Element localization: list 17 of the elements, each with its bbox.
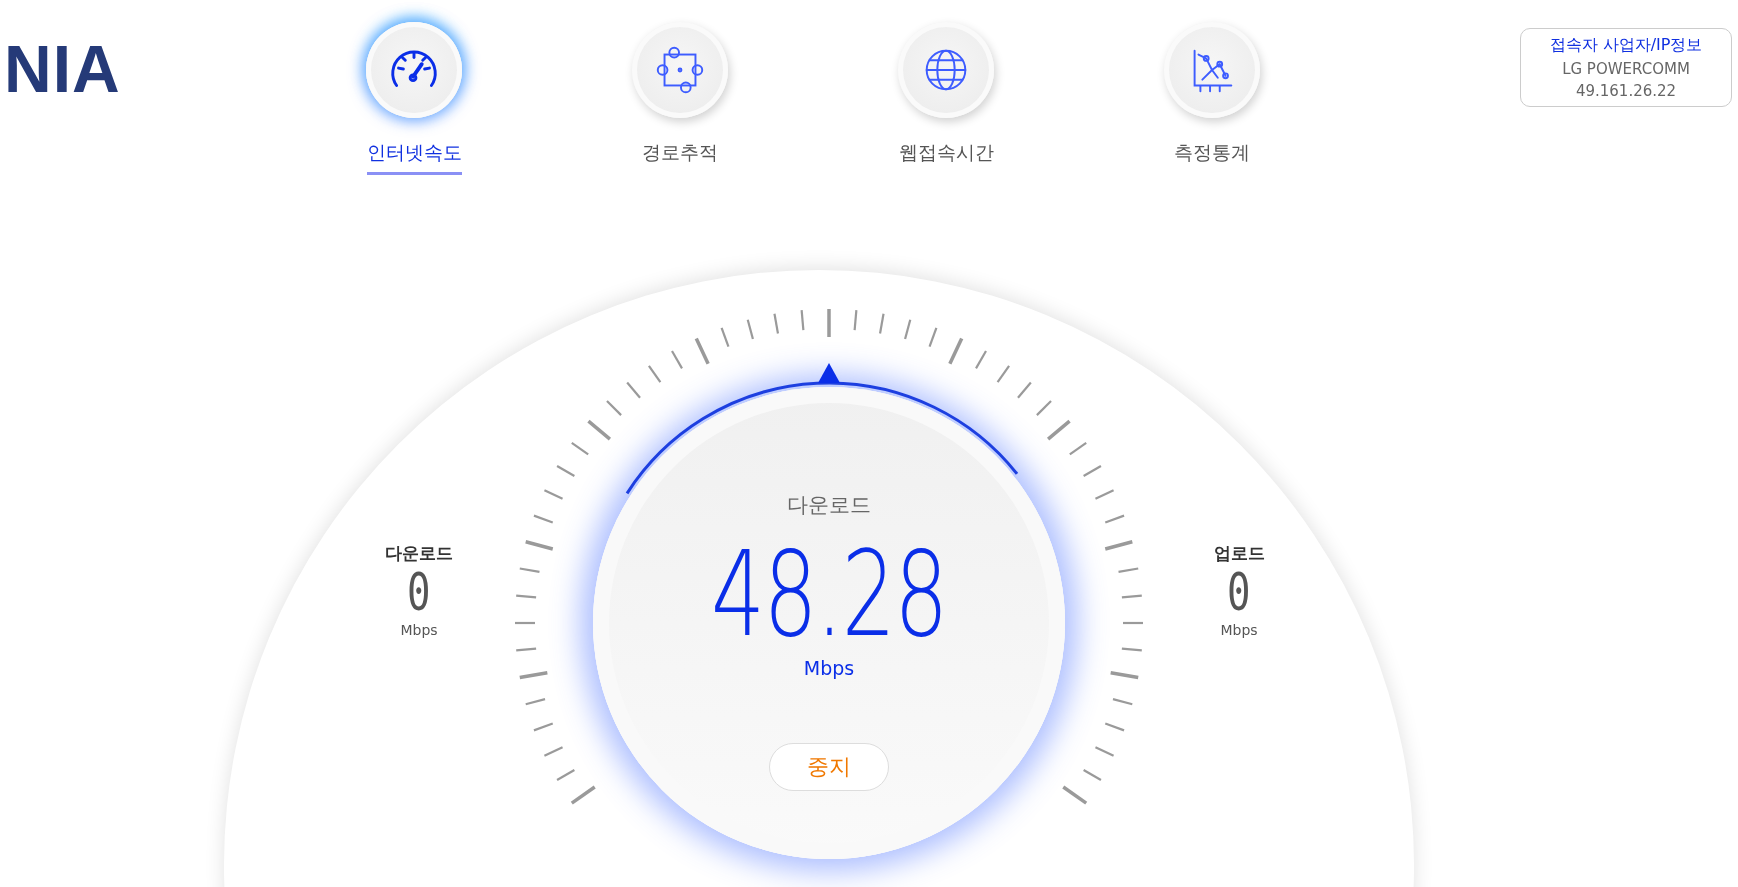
speed-unit: Mbps — [803, 657, 855, 679]
nav-tab[interactable]: 웹접속시간 — [876, 22, 1016, 175]
readout-label: 업로드 — [1213, 542, 1265, 565]
readout-unit: Mbps — [400, 621, 438, 638]
nav-tab[interactable]: 경로추적 — [610, 22, 750, 175]
readout-label: 다운로드 — [385, 542, 453, 565]
provider-name: LG POWERCOMM — [1562, 60, 1690, 78]
speed-value: 48.28 — [711, 535, 947, 653]
readout-unit: Mbps — [1220, 621, 1258, 638]
nav-tab[interactable]: 인터넷속도 — [344, 22, 484, 175]
nav-tab[interactable]: 측정통계 — [1142, 22, 1282, 175]
phase-label: 다운로드 — [787, 492, 871, 519]
readout-value: 0 — [1227, 565, 1251, 620]
readout-value: 0 — [407, 565, 431, 620]
logo: NIA — [4, 36, 122, 102]
ip-address: 49.161.26.22 — [1575, 82, 1677, 100]
info-title: 접속자 사업자/IP정보 — [1549, 35, 1703, 56]
